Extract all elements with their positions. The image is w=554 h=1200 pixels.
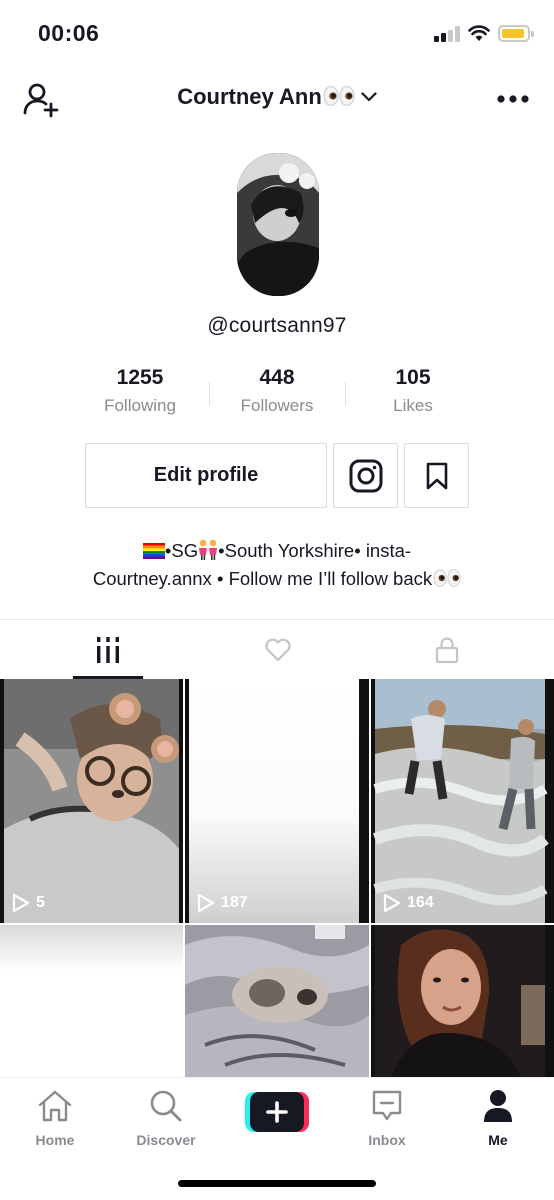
video-grid: 5 187 164 <box>0 679 554 1077</box>
play-icon <box>383 893 401 913</box>
two-women-icon <box>199 539 218 560</box>
followers-label: Followers <box>240 396 314 415</box>
nav-discover[interactable]: Discover <box>111 1088 221 1148</box>
nav-inbox[interactable]: Inbox <box>332 1088 442 1148</box>
status-time: 00:06 <box>38 20 100 46</box>
video-thumbnail-image <box>375 925 545 1077</box>
tab-liked[interactable] <box>185 620 370 680</box>
nav-me-label: Me <box>488 1132 508 1148</box>
create-video-button[interactable] <box>245 1092 309 1132</box>
video-thumbnail[interactable]: 187 <box>185 679 369 923</box>
following-stat[interactable]: 1255 Following <box>72 366 208 416</box>
video-thumbnail[interactable]: 164 <box>371 679 554 923</box>
profile-bio: •SG •South Yorkshire• insta- Courtney.an… <box>30 537 524 593</box>
tab-private[interactable] <box>354 620 539 680</box>
followers-count: 448 <box>259 366 295 389</box>
battery-level <box>502 29 524 38</box>
battery-icon <box>498 25 534 42</box>
edit-profile-button[interactable]: Edit profile <box>85 443 327 508</box>
bookmark-icon <box>426 462 447 489</box>
home-indicator <box>178 1180 376 1187</box>
video-thumbnail-image <box>372 679 549 923</box>
instagram-button[interactable] <box>333 443 398 508</box>
video-thumbnail[interactable] <box>185 925 369 1077</box>
home-icon <box>38 1090 72 1122</box>
inbox-icon <box>372 1090 402 1121</box>
following-count: 1255 <box>116 366 164 389</box>
nav-home[interactable]: Home <box>0 1088 110 1148</box>
nav-home-label: Home <box>35 1132 75 1148</box>
username-handle: @courtsann97 <box>207 314 347 337</box>
likes-count: 105 <box>395 366 431 389</box>
bio-line-1: •SG •South Yorkshire• insta- <box>30 537 524 565</box>
video-thumbnail[interactable]: 5 <box>0 679 183 923</box>
likes-stat[interactable]: 105 Likes <box>345 366 481 416</box>
avatar[interactable] <box>237 153 319 296</box>
view-count: 164 <box>407 894 434 911</box>
lock-icon <box>435 637 458 664</box>
cellular-signal-icon <box>434 26 460 42</box>
instagram-icon <box>349 459 382 492</box>
play-count: 187 <box>197 893 248 913</box>
favorites-button[interactable] <box>404 443 469 508</box>
video-thumbnail-image <box>185 925 369 1077</box>
nav-discover-label: Discover <box>136 1132 196 1148</box>
eyes-emoji-icon <box>323 86 355 106</box>
nav-me[interactable]: Me <box>443 1088 553 1148</box>
bio-line-2: Courtney.annx • Follow me I’ll follow ba… <box>30 565 524 593</box>
play-icon <box>197 893 215 913</box>
video-thumbnail-image <box>4 679 179 923</box>
person-icon <box>484 1090 512 1122</box>
wifi-icon <box>468 25 490 41</box>
account-switcher[interactable]: Courtney Ann <box>0 84 554 110</box>
video-thumbnail-image <box>189 679 359 923</box>
bio-text-location: •South Yorkshire• insta- <box>218 540 412 561</box>
video-thumbnail-image <box>0 925 183 1077</box>
content-tabs <box>0 619 554 679</box>
nav-inbox-label: Inbox <box>368 1132 406 1148</box>
eyes-emoji-icon <box>433 569 461 587</box>
followers-stat[interactable]: 448 Followers <box>209 366 345 416</box>
avatar-photo <box>237 153 319 296</box>
following-label: Following <box>104 396 176 415</box>
likes-label: Likes <box>393 396 433 415</box>
video-thumbnail[interactable] <box>371 925 554 1077</box>
play-count: 5 <box>12 893 45 913</box>
chevron-down-icon <box>361 92 377 102</box>
grid-icon <box>96 637 119 663</box>
more-dots-icon[interactable] <box>496 94 530 104</box>
search-icon <box>150 1090 182 1122</box>
video-thumbnail[interactable] <box>0 925 183 1077</box>
profile-name: Courtney Ann <box>177 84 322 109</box>
profile-stats: 1255 Following 448 Followers 105 Likes <box>72 366 482 426</box>
bio-text-instagram: Courtney.annx • Follow me I’ll follow ba… <box>92 568 433 589</box>
profile-header: Courtney Ann <box>0 70 554 130</box>
rainbow-flag-icon <box>142 543 165 559</box>
status-bar: 00:06 <box>0 0 554 66</box>
view-count: 187 <box>221 894 248 911</box>
heart-icon <box>264 638 291 662</box>
bio-text-sg: •SG <box>164 540 199 561</box>
tab-videos[interactable] <box>15 620 200 680</box>
play-icon <box>12 893 30 913</box>
play-count: 164 <box>383 893 434 913</box>
view-count: 5 <box>36 894 45 911</box>
